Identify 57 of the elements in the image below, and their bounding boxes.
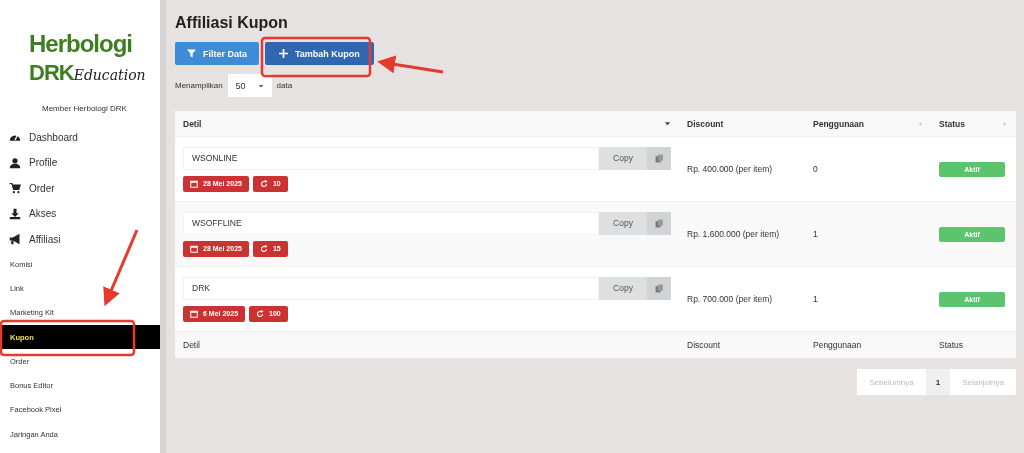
sidebar-item[interactable]: Affiliasi	[0, 226, 160, 252]
calendar-icon	[190, 244, 198, 253]
coupon-code-field[interactable]: DRK	[183, 276, 599, 300]
plus-icon	[279, 49, 288, 58]
redo-icon	[256, 309, 265, 318]
annotation-arrow	[377, 55, 444, 74]
column-footer: Discount	[679, 332, 805, 358]
page-button[interactable]: 1	[925, 369, 951, 395]
caret-icon	[257, 82, 264, 89]
copy-icon-button[interactable]	[647, 211, 671, 235]
redo-icon	[259, 179, 268, 188]
cart-icon	[9, 182, 21, 195]
calendar-icon	[190, 179, 198, 188]
copy-icon	[654, 153, 664, 163]
filter-icon	[187, 49, 196, 58]
length-label: Menampilkan	[175, 81, 223, 90]
column-footer: Penggunaan	[805, 332, 931, 358]
column-header[interactable]: Detil	[175, 111, 679, 136]
table-cell-text: 1	[812, 228, 819, 241]
coupon-code-field[interactable]: WSONLINE	[183, 146, 599, 170]
filter-button[interactable]: Filter Data	[175, 42, 259, 65]
user-icon	[9, 156, 21, 169]
sidebar-item[interactable]: Profile	[0, 150, 160, 176]
table-cell-text: Rp. 1.600.000 (per item)	[686, 228, 781, 241]
sort-desc-icon	[664, 120, 671, 127]
copy-button[interactable]: Copy	[599, 146, 647, 170]
table-cell-text: Rp. 700.000 (per item)	[686, 293, 774, 306]
length-label: data	[276, 81, 293, 90]
column-header[interactable]: Discount	[679, 111, 805, 136]
member-label: Member Herbologi DRK	[42, 103, 128, 113]
logo: Herbologi DRKEducation	[28, 29, 147, 87]
add-button[interactable]: Tambah Kupon	[265, 42, 374, 65]
page-size-select[interactable]: 50	[227, 74, 272, 97]
column-footer: Status	[931, 332, 1015, 358]
table-cell-text: Rp. 400.000 (per item)	[686, 163, 774, 176]
column-footer: Detil	[175, 332, 679, 358]
copy-icon	[654, 283, 664, 293]
download-icon	[9, 207, 21, 220]
copy-icon-button[interactable]	[647, 276, 671, 300]
column-header[interactable]: Penggunaan	[805, 111, 931, 136]
megaphone-icon	[9, 233, 21, 246]
sidebar-item[interactable]: Dashboard	[0, 124, 160, 150]
sort-icon	[918, 119, 923, 128]
calendar-icon	[190, 309, 198, 318]
sidebar-item[interactable]: Akses	[0, 201, 160, 227]
sidebar-item[interactable]: Order	[0, 175, 160, 201]
redo-icon	[259, 244, 268, 253]
column-header[interactable]: Status	[931, 111, 1015, 136]
sort-icon	[1002, 119, 1007, 128]
copy-icon	[654, 218, 664, 228]
copy-icon-button[interactable]	[647, 146, 671, 170]
table-cell-text: 0	[812, 163, 819, 176]
table-cell-text: 1	[812, 293, 819, 306]
copy-button[interactable]: Copy	[599, 211, 647, 235]
page-title: Affiliasi Kupon	[175, 14, 289, 32]
coupon-code-field[interactable]: WSOFFLINE	[183, 211, 599, 235]
copy-button[interactable]: Copy	[599, 276, 647, 300]
